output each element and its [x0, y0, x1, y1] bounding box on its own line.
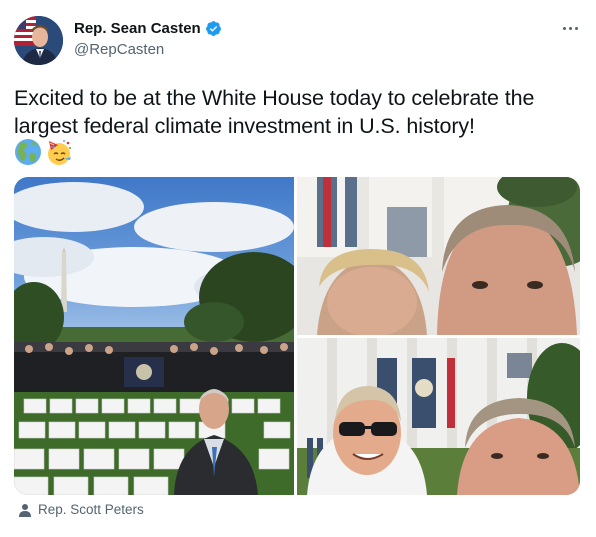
- photo-south-lawn-crowd[interactable]: [14, 177, 294, 495]
- verified-badge-icon: [205, 21, 221, 36]
- dot-icon: [568, 26, 572, 30]
- dot-icon: [574, 26, 578, 30]
- dot-icon: [562, 26, 566, 30]
- tweet-media[interactable]: [14, 177, 580, 495]
- author-handle[interactable]: @RepCasten: [74, 41, 164, 58]
- tweet-card: Rep. Sean Casten @RepCasten Excited to b…: [0, 0, 596, 537]
- emoji-row: [14, 138, 73, 166]
- partying-face-icon: [48, 140, 72, 165]
- photo-selfie-bottom[interactable]: [297, 338, 580, 495]
- tweet-text: Excited to be at the White House today t…: [14, 86, 535, 138]
- tagged-person-label[interactable]: Rep. Scott Peters: [38, 502, 144, 517]
- globe-americas-icon: [15, 139, 41, 165]
- person-icon: [19, 503, 31, 517]
- author-name[interactable]: Rep. Sean Casten: [74, 20, 201, 37]
- more-options-button[interactable]: [558, 18, 582, 38]
- tagged-people[interactable]: Rep. Scott Peters: [18, 502, 144, 517]
- photo-selfie-top[interactable]: [297, 177, 580, 335]
- author-name-row[interactable]: Rep. Sean Casten: [74, 20, 222, 37]
- media-divider-horizontal: [297, 335, 580, 338]
- avatar[interactable]: [14, 16, 63, 65]
